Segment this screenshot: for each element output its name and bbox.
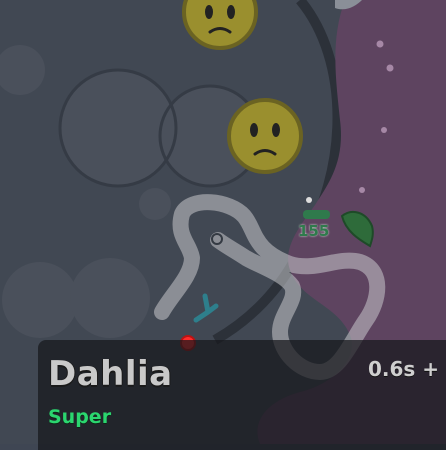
rarity-label: Super [48, 406, 112, 428]
cooldown-label: 0.6s + [368, 357, 440, 381]
flower-name: Dahlia [48, 354, 173, 394]
mob-health-label: 155 [298, 222, 330, 240]
mob-health-marker [306, 197, 312, 203]
petal-info-card: Dahlia Super 0.6s + [38, 340, 446, 450]
frown-face-icon[interactable] [227, 98, 303, 174]
mob-health-bar [303, 210, 330, 219]
